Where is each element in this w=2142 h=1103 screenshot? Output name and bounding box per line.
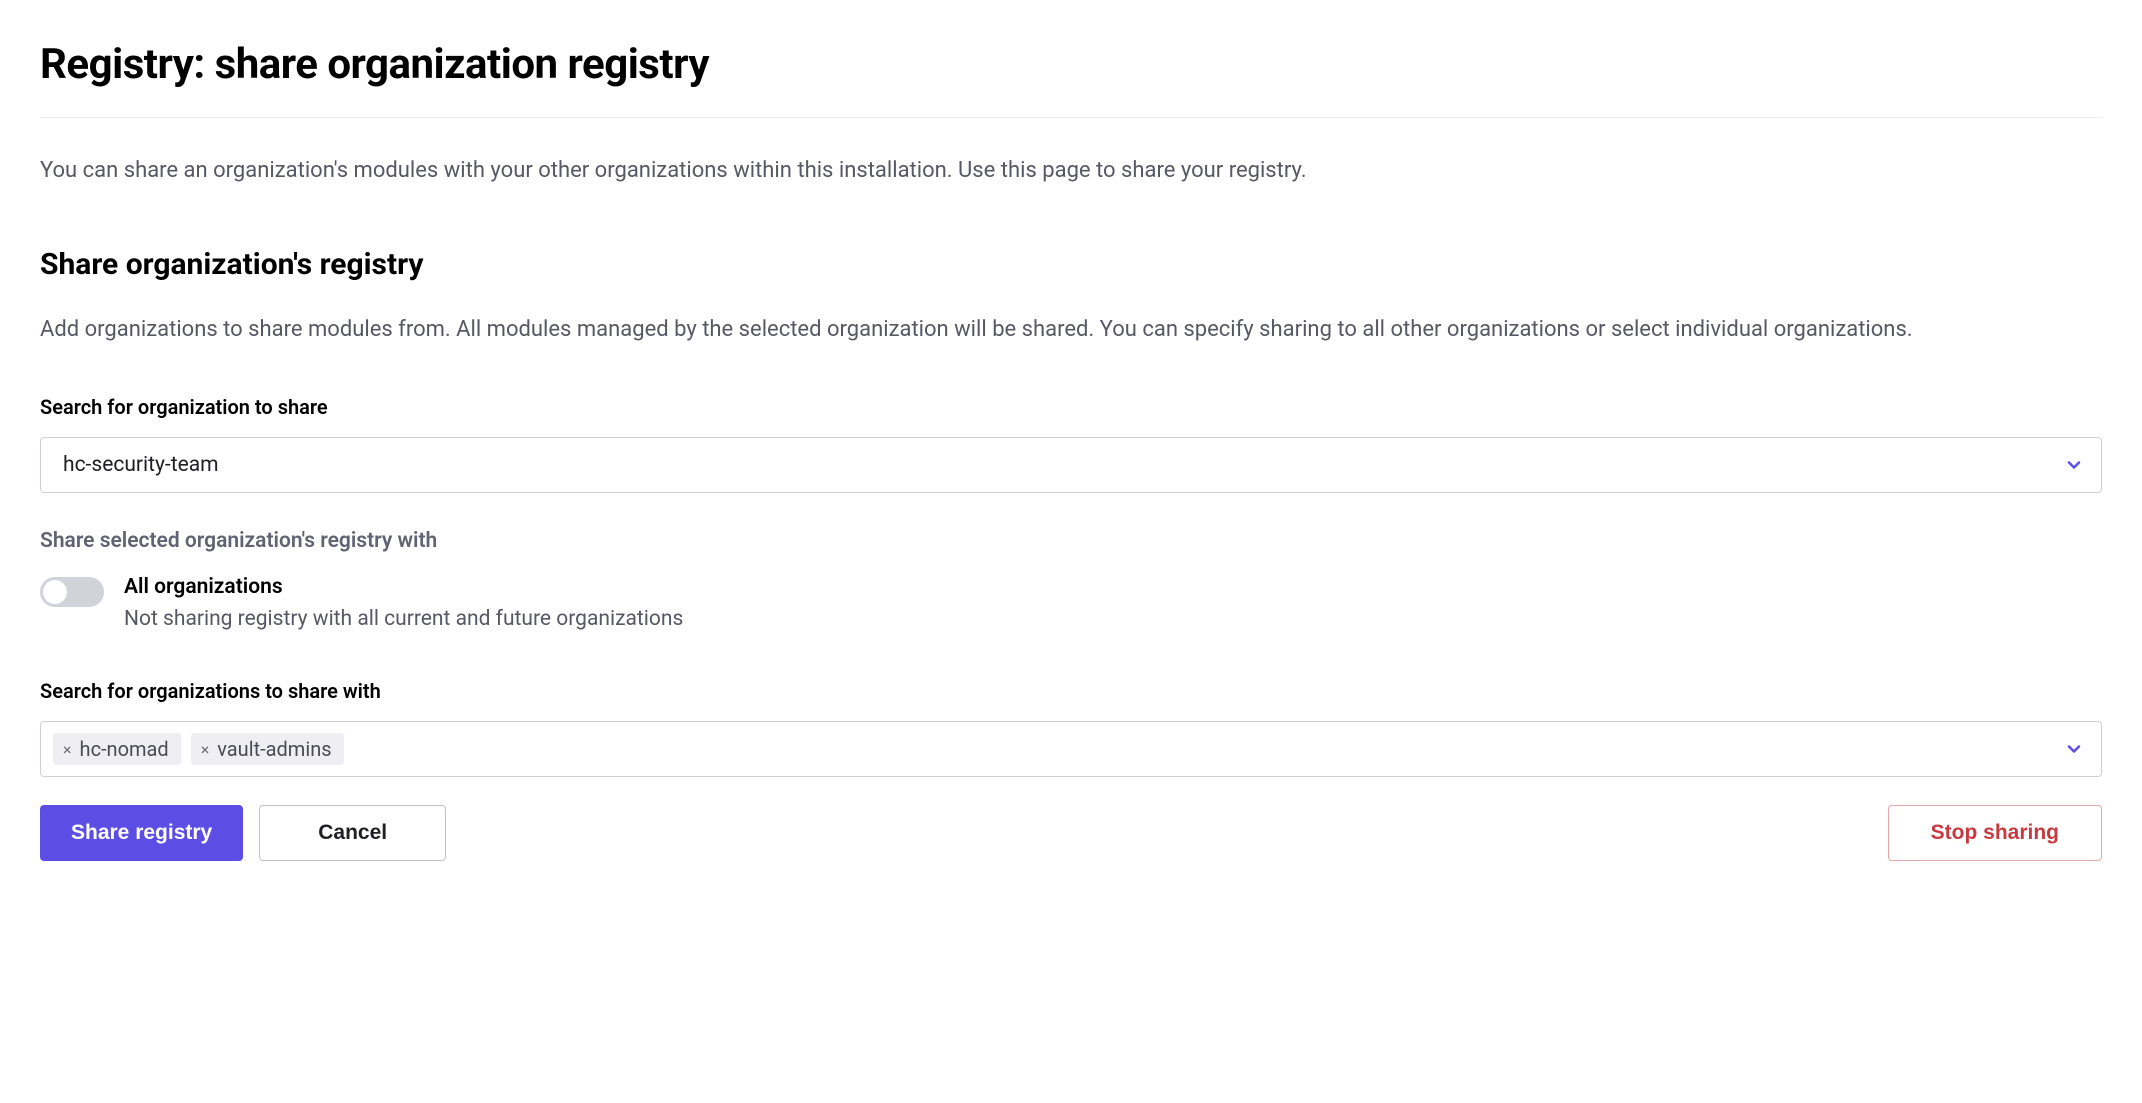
section-title: Share organization's registry: [40, 247, 2102, 282]
tag-label: hc-nomad: [80, 737, 169, 761]
toggle-description: Not sharing registry with all current an…: [124, 607, 683, 631]
org-select-label: Search for organization to share: [40, 395, 2102, 419]
remove-tag-icon[interactable]: ×: [201, 740, 210, 759]
stop-sharing-button[interactable]: Stop sharing: [1888, 805, 2102, 861]
tag-hc-nomad[interactable]: × hc-nomad: [53, 733, 181, 765]
share-registry-button[interactable]: Share registry: [40, 805, 243, 861]
org-select[interactable]: hc-security-team: [40, 437, 2102, 493]
tag-vault-admins[interactable]: × vault-admins: [191, 733, 344, 765]
share-targets-input[interactable]: × hc-nomad × vault-admins: [40, 721, 2102, 777]
all-orgs-toggle[interactable]: [40, 577, 104, 607]
org-select-value: hc-security-team: [63, 453, 219, 477]
cancel-button[interactable]: Cancel: [259, 805, 446, 861]
targets-label: Search for organizations to share with: [40, 679, 2102, 703]
page-title: Registry: share organization registry: [40, 40, 2102, 118]
page-description: You can share an organization's modules …: [40, 154, 2102, 187]
section-description: Add organizations to share modules from.…: [40, 312, 1940, 347]
remove-tag-icon[interactable]: ×: [63, 740, 72, 759]
toggle-knob: [43, 580, 67, 604]
share-with-label: Share selected organization's registry w…: [40, 529, 2102, 553]
tag-label: vault-admins: [217, 737, 331, 761]
toggle-title: All organizations: [124, 575, 683, 599]
